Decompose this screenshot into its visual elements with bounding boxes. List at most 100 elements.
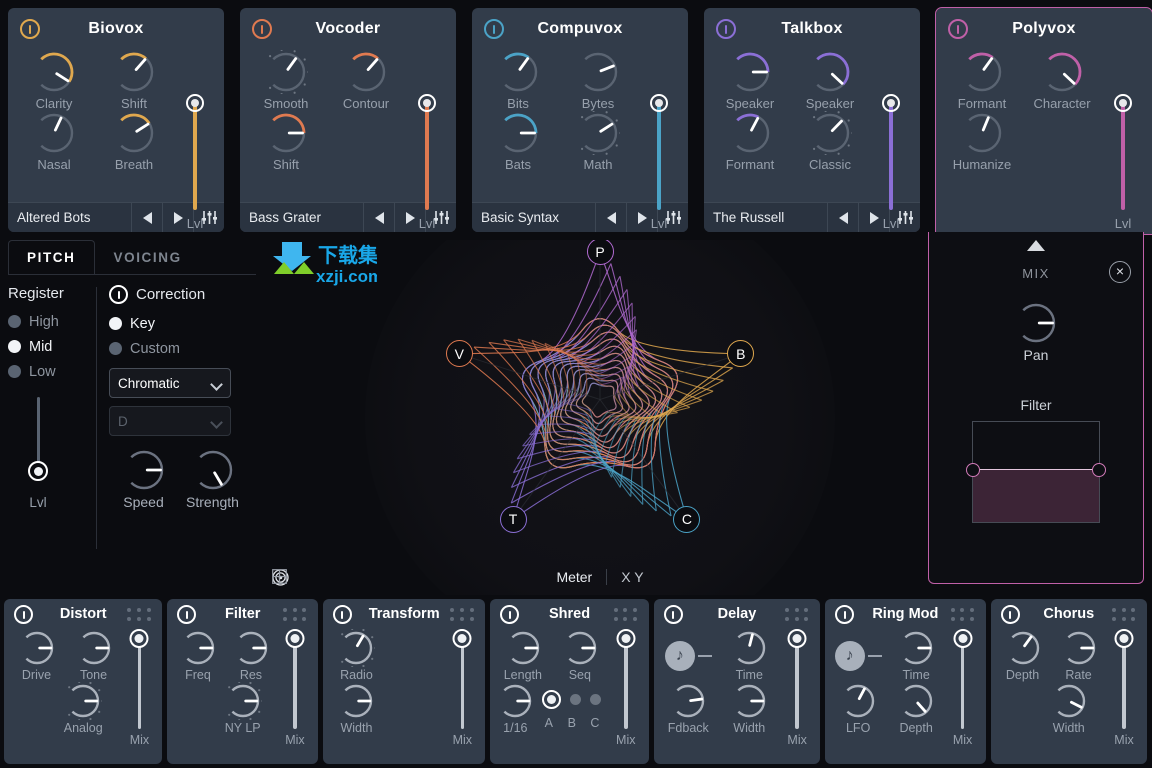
mix-slider[interactable]: Mix bbox=[609, 629, 643, 747]
knob-res[interactable] bbox=[232, 629, 270, 667]
knob-ny-lp[interactable] bbox=[224, 682, 262, 720]
knob-formant[interactable] bbox=[728, 111, 772, 155]
preset-name[interactable]: Altered Bots bbox=[8, 203, 131, 232]
preset-prev-button[interactable] bbox=[131, 203, 162, 232]
preset-name[interactable]: The Russell bbox=[704, 203, 827, 232]
power-icon[interactable] bbox=[484, 19, 504, 39]
knob-bytes[interactable] bbox=[576, 50, 620, 94]
key-select[interactable]: D bbox=[109, 406, 231, 436]
knob-speed[interactable] bbox=[122, 448, 166, 492]
knob-width[interactable] bbox=[730, 682, 768, 720]
power-icon[interactable] bbox=[500, 605, 520, 624]
level-thumb[interactable] bbox=[186, 94, 204, 112]
viz-footer-meter[interactable]: Meter bbox=[272, 569, 592, 586]
viz-node-T[interactable]: T bbox=[499, 505, 527, 533]
level-thumb[interactable] bbox=[882, 94, 900, 112]
level-thumb[interactable] bbox=[650, 94, 668, 112]
scale-select[interactable]: Chromatic bbox=[109, 368, 231, 398]
knob-formant[interactable] bbox=[960, 50, 1004, 94]
mix-thumb[interactable] bbox=[787, 629, 807, 648]
knob-freq[interactable] bbox=[179, 629, 217, 667]
power-icon[interactable] bbox=[948, 19, 968, 39]
pan-knob[interactable] bbox=[1014, 301, 1058, 345]
correction-mode-key[interactable]: Key bbox=[109, 312, 272, 335]
voice-module-talkbox[interactable]: Talkbox Speaker Speaker Formant Classic … bbox=[704, 8, 920, 232]
knob-contour[interactable] bbox=[344, 50, 388, 94]
abc-dot-a[interactable] bbox=[542, 689, 562, 709]
knob-strength[interactable] bbox=[191, 448, 235, 492]
knob-character[interactable] bbox=[1040, 50, 1084, 94]
preset-name[interactable]: Basic Syntax bbox=[472, 203, 595, 232]
mix-thumb[interactable] bbox=[953, 629, 973, 648]
knob-classic[interactable] bbox=[808, 111, 852, 155]
level-thumb[interactable] bbox=[418, 94, 436, 112]
knob-shift[interactable] bbox=[264, 111, 308, 155]
register-level-slider[interactable]: Lvl bbox=[8, 397, 68, 510]
knob-bats[interactable] bbox=[496, 111, 540, 155]
power-icon[interactable] bbox=[177, 605, 197, 624]
register-option-mid[interactable]: Mid bbox=[8, 335, 90, 358]
preset-name[interactable]: Bass Grater bbox=[240, 203, 363, 232]
power-icon[interactable] bbox=[20, 19, 40, 39]
mix-slider[interactable]: Mix bbox=[1107, 629, 1141, 747]
filter-curve-editor[interactable] bbox=[966, 421, 1106, 523]
power-icon[interactable] bbox=[109, 285, 128, 304]
abc-dot-c[interactable] bbox=[590, 693, 602, 705]
mix-thumb[interactable] bbox=[129, 629, 149, 648]
knob-rate[interactable] bbox=[496, 682, 534, 720]
power-icon[interactable] bbox=[14, 605, 33, 624]
mix-slider[interactable]: Mix bbox=[278, 629, 312, 747]
abc-dot-b[interactable] bbox=[570, 693, 582, 705]
knob-lfo[interactable] bbox=[839, 682, 877, 720]
knob-analog[interactable] bbox=[64, 682, 103, 720]
tab-voicing[interactable]: VOICING bbox=[95, 240, 201, 274]
knob-depth[interactable] bbox=[1004, 629, 1042, 667]
power-icon[interactable] bbox=[252, 19, 272, 39]
fx-module-shred[interactable]: Shred Length Seq 1/16 A B C Mix bbox=[490, 599, 649, 764]
viz-footer-xy[interactable]: X Y bbox=[272, 569, 644, 585]
knob-tone[interactable] bbox=[75, 629, 113, 667]
knob-bits[interactable] bbox=[496, 50, 540, 94]
knob-drive[interactable] bbox=[18, 629, 56, 667]
knob-fdback[interactable] bbox=[669, 682, 707, 720]
fx-module-filter[interactable]: Filter Freq Res NY LP Mix bbox=[167, 599, 318, 764]
filter-node-low[interactable] bbox=[966, 463, 980, 477]
close-icon[interactable]: × bbox=[1109, 261, 1131, 283]
mix-thumb[interactable] bbox=[285, 629, 305, 648]
preset-prev-button[interactable] bbox=[595, 203, 626, 232]
voice-module-compuvox[interactable]: Compuvox Bits Bytes Bats Math Lvl Basic … bbox=[472, 8, 688, 232]
preset-prev-button[interactable] bbox=[363, 203, 394, 232]
voice-module-vocoder[interactable]: Vocoder Smooth Contour Shift Lvl Bass Gr… bbox=[240, 8, 456, 232]
register-option-high[interactable]: High bbox=[8, 310, 90, 333]
knob-clarity[interactable] bbox=[32, 50, 76, 94]
tab-pitch[interactable]: PITCH bbox=[8, 240, 95, 274]
grip-dots-icon[interactable] bbox=[785, 608, 811, 622]
level-slider[interactable]: Lvl bbox=[178, 94, 212, 231]
register-option-low[interactable]: Low bbox=[8, 360, 90, 383]
power-icon[interactable] bbox=[835, 605, 855, 624]
power-icon[interactable] bbox=[332, 605, 352, 624]
preset-prev-button[interactable] bbox=[827, 203, 858, 232]
viz-node-V[interactable]: V bbox=[445, 340, 473, 368]
level-slider[interactable]: Lvl bbox=[1106, 94, 1140, 231]
level-slider[interactable]: Lvl bbox=[874, 94, 908, 231]
knob-radio[interactable] bbox=[337, 629, 376, 667]
power-icon[interactable] bbox=[1000, 605, 1020, 624]
mix-thumb[interactable] bbox=[452, 629, 472, 648]
mix-slider[interactable]: Mix bbox=[445, 629, 479, 747]
power-icon[interactable] bbox=[716, 19, 736, 39]
voice-module-biovox[interactable]: Biovox Clarity Shift Nasal Breath Lvl Al… bbox=[8, 8, 224, 232]
fx-module-delay[interactable]: Delay ♪ Time Fdback Width Mix bbox=[653, 599, 821, 764]
grip-dots-icon[interactable] bbox=[1112, 608, 1138, 622]
knob-smooth[interactable] bbox=[264, 50, 308, 94]
knob-length[interactable] bbox=[504, 629, 542, 667]
abc-selector[interactable]: A B C bbox=[536, 682, 607, 735]
knob-shift[interactable] bbox=[112, 50, 156, 94]
grip-dots-icon[interactable] bbox=[127, 608, 153, 622]
grip-dots-icon[interactable] bbox=[613, 608, 640, 622]
level-slider[interactable]: Lvl bbox=[642, 94, 676, 231]
knob-speaker[interactable] bbox=[728, 50, 772, 94]
knob-depth[interactable] bbox=[897, 682, 935, 720]
viz-node-P[interactable]: P bbox=[586, 240, 614, 265]
knob-width[interactable] bbox=[1050, 682, 1088, 720]
